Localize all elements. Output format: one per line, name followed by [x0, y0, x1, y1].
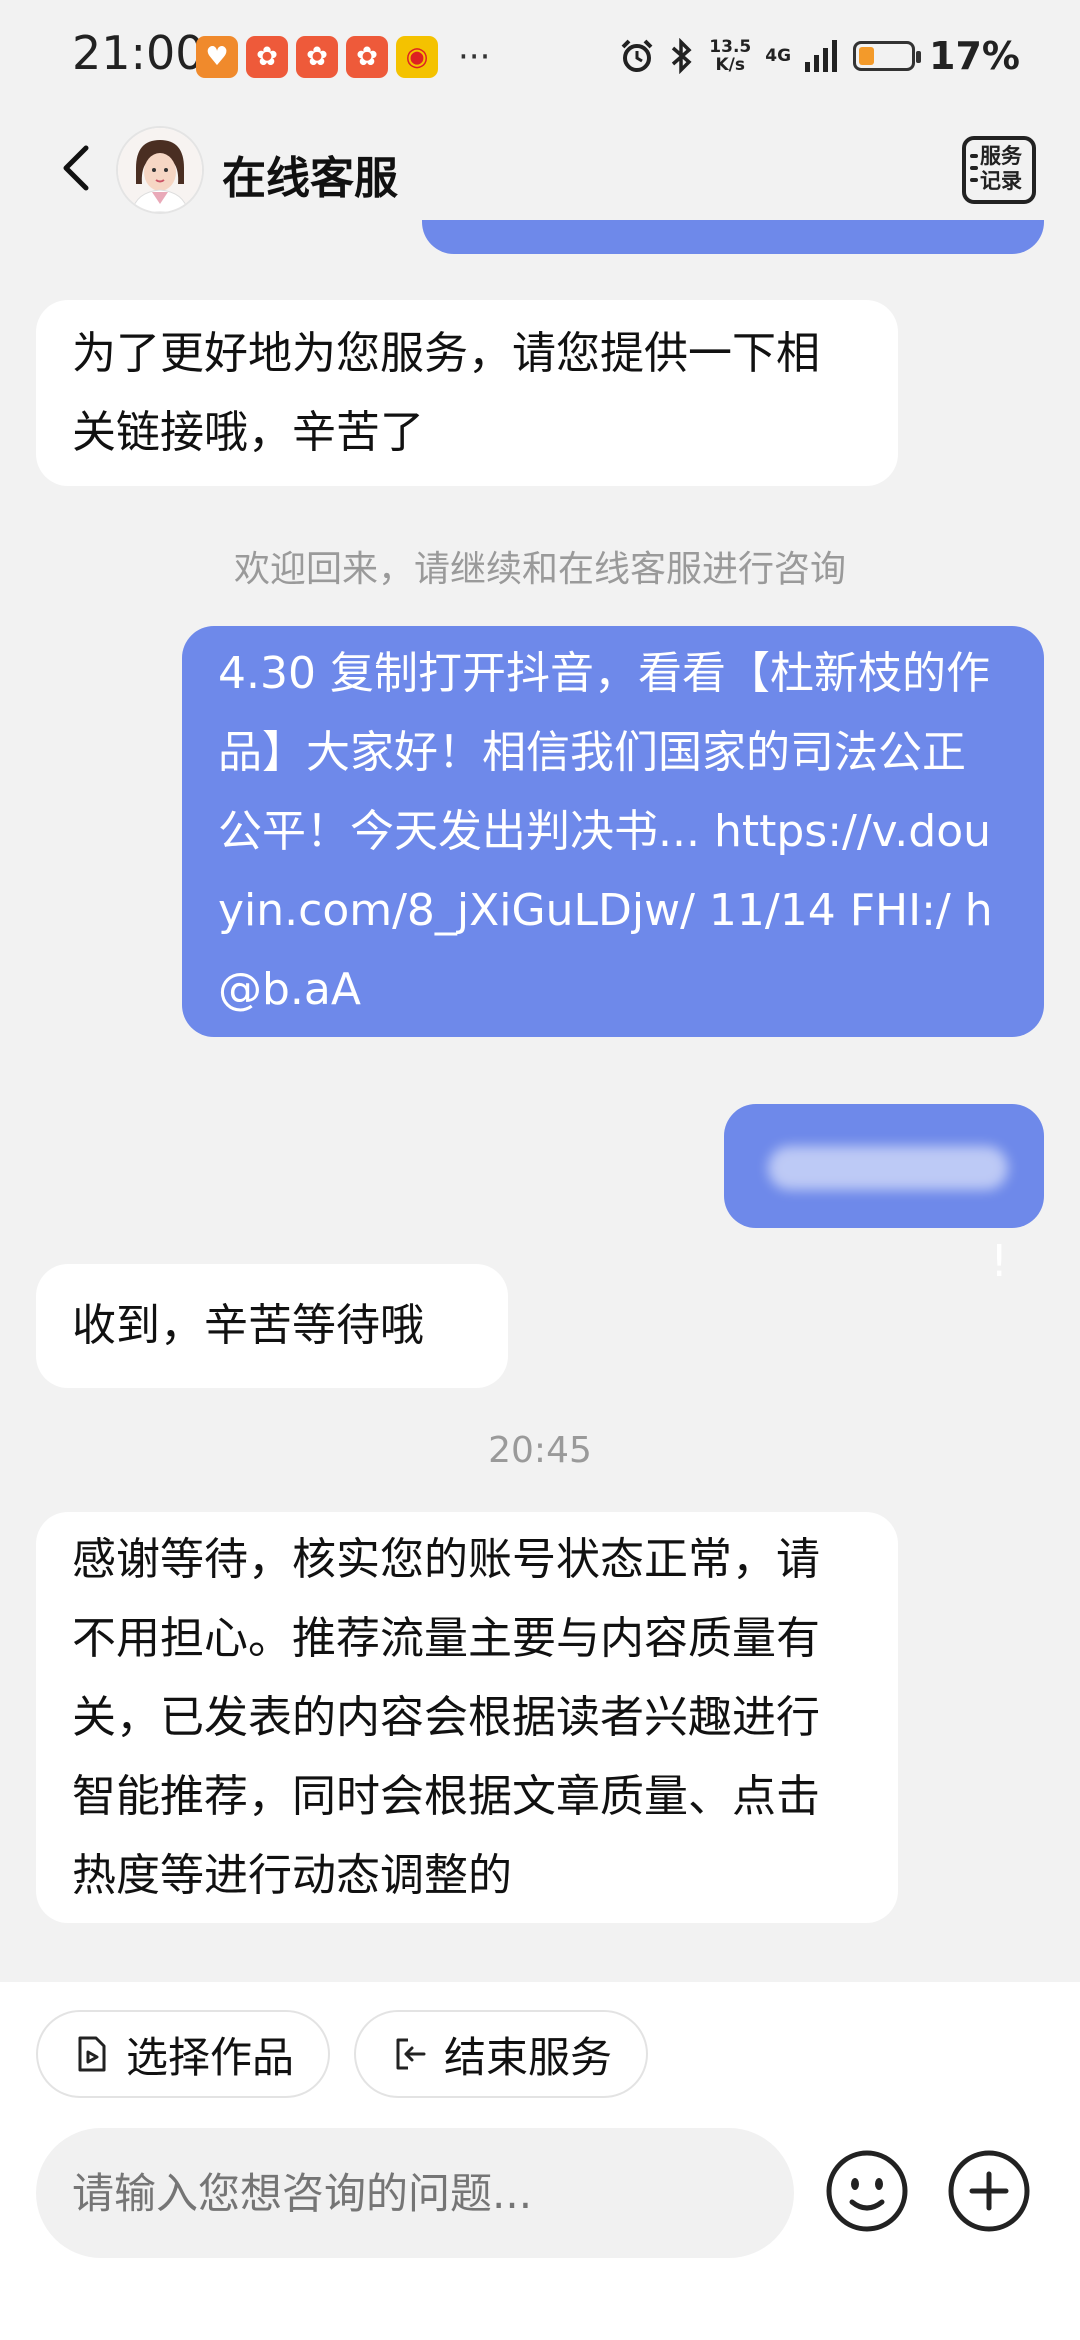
service-records-label: 服务 记录 [980, 144, 1022, 193]
app-icon: ♥ [196, 36, 238, 78]
chat-header: 在线客服 服务 记录 [0, 120, 1080, 220]
network-speed: 13.5 K/s [709, 37, 752, 75]
message-timestamp: 20:45 [488, 1430, 592, 1471]
page-title: 在线客服 [222, 153, 398, 204]
message-text: 4.30 复制打开抖音，看看【杜新枝的作品】大家好！相信我们国家的司法公正公平！… [218, 648, 993, 1015]
plus-icon[interactable] [946, 2148, 1032, 2234]
message-bubble[interactable]: 4.30 复制打开抖音，看看【杜新枝的作品】大家好！相信我们国家的司法公正公平！… [182, 626, 1044, 1037]
network-type: 4G [765, 46, 792, 66]
document-play-icon [78, 2036, 106, 2072]
message-bubble: 感谢等待，核实您的账号状态正常，请不用担心。推荐流量主要与内容质量有关，已发表的… [36, 1512, 898, 1923]
chat-area[interactable]: 为了更好地为您服务，请您提供一下相关链接哦，辛苦了 欢迎回来，请继续和在线客服进… [0, 220, 1080, 1982]
signal-icon [805, 40, 838, 72]
service-records-button[interactable]: 服务 记录 [962, 136, 1036, 204]
message-bubble: 收到，辛苦等待哦 [36, 1264, 508, 1388]
notification-icons: ♥ ✿ ✿ ✿ ◉ ··· [196, 36, 490, 78]
alarm-icon [621, 39, 653, 72]
battery-level [859, 47, 875, 65]
weibo-icon: ◉ [396, 36, 438, 78]
agent-avatar [116, 126, 204, 214]
system-indicators: 13.5 K/s 4G 17% [619, 34, 1020, 78]
message-text: 感谢等待，核实您的账号状态正常，请不用担心。推荐流量主要与内容质量有关，已发表的… [72, 1534, 820, 1901]
kuaishou-icon: ✿ [296, 36, 338, 78]
message-bubble-partial [422, 220, 1044, 254]
select-work-button[interactable]: 选择作品 [36, 2010, 331, 2098]
select-work-label: 选择作品 [126, 2032, 295, 2082]
message-bubble: ! [724, 1104, 1044, 1287]
list-icon [970, 154, 978, 190]
bluetooth-icon [672, 38, 692, 74]
battery-icon [853, 41, 922, 71]
status-bar: 21:00 ♥ ✿ ✿ ✿ ◉ ··· 13.5 K/s 4G 17% [0, 0, 1080, 120]
end-service-button[interactable]: 结束服务 [354, 2010, 649, 2098]
battery-percent: 17% [929, 34, 1020, 78]
message-bubble: 为了更好地为您服务，请您提供一下相关链接哦，辛苦了 [36, 300, 898, 486]
message-text: 为了更好地为您服务，请您提供一下相关链接哦，辛苦了 [72, 328, 820, 458]
message-text: 收到，辛苦等待哦 [72, 1300, 424, 1351]
message-input[interactable] [36, 2128, 794, 2258]
emoji-icon[interactable] [824, 2148, 910, 2234]
system-notice: 欢迎回来，请继续和在线客服进行咨询 [233, 549, 846, 590]
agent-avatar-image [118, 128, 202, 212]
back-arrow-icon[interactable] [48, 138, 108, 198]
bottom-panel: 选择作品 结束服务 [0, 1982, 1080, 2340]
exit-icon [396, 2038, 426, 2070]
kuaishou-icon: ✿ [346, 36, 388, 78]
more-notifications-icon: ··· [458, 37, 491, 77]
status-time: 21:00 [72, 26, 205, 80]
end-service-label: 结束服务 [444, 2032, 613, 2082]
blurred-content [768, 1146, 1008, 1190]
message-text: ! [990, 1236, 1008, 1287]
kuaishou-icon: ✿ [246, 36, 288, 78]
